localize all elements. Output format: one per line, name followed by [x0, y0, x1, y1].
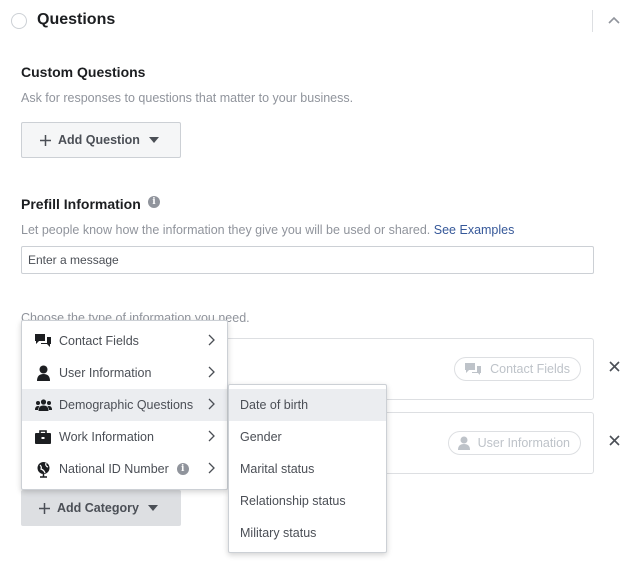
briefcase-icon [34, 428, 52, 446]
info-icon[interactable]: i [148, 196, 160, 208]
person-icon [457, 436, 470, 450]
globe-icon [34, 460, 52, 478]
add-question-button[interactable]: Add Question [21, 122, 181, 158]
add-category-label: Add Category [57, 501, 139, 515]
submenu-item-relationship-status[interactable]: Relationship status [229, 485, 386, 517]
menu-item-user-information[interactable]: User Information [22, 357, 227, 389]
chat-bubbles-icon [34, 332, 52, 350]
category-pill-label: User Information [477, 436, 570, 450]
header-divider [592, 10, 593, 32]
demographic-submenu: Date of birth Gender Marital status Rela… [228, 384, 387, 553]
chevron-right-icon [208, 430, 215, 442]
submenu-item-gender[interactable]: Gender [229, 421, 386, 453]
close-icon [608, 434, 620, 446]
chevron-right-icon [208, 366, 215, 378]
add-question-label: Add Question [58, 133, 140, 147]
menu-item-label: Work Information [59, 430, 154, 444]
custom-questions-description: Ask for responses to questions that matt… [21, 91, 354, 105]
caret-down-icon [147, 505, 158, 511]
prefill-description-text: Let people know how the information they… [21, 223, 431, 237]
category-pill: User Information [447, 431, 581, 455]
menu-item-label: National ID Number [59, 462, 169, 476]
prefill-message-input[interactable] [21, 246, 594, 274]
plus-icon [40, 134, 51, 146]
info-icon[interactable]: i [176, 463, 189, 475]
prefill-title: Prefill Information [21, 196, 141, 212]
person-icon [34, 364, 52, 382]
chevron-right-icon [208, 462, 215, 474]
menu-item-label: Contact Fields [59, 334, 139, 348]
menu-item-label: Demographic Questions [59, 398, 194, 412]
caret-down-icon [148, 137, 159, 143]
remove-category-button[interactable] [607, 433, 621, 447]
category-dropdown-menu: Contact Fields User Information Demograp… [21, 320, 228, 490]
collapse-button[interactable] [604, 10, 624, 30]
chevron-up-icon [608, 16, 620, 24]
submenu-item-military-status[interactable]: Military status [229, 517, 386, 549]
chevron-right-icon [208, 334, 215, 346]
add-category-button[interactable]: Add Category [21, 490, 181, 526]
submenu-item-date-of-birth[interactable]: Date of birth [229, 389, 386, 421]
prefill-description: Let people know how the information they… [21, 223, 514, 237]
chat-bubbles-icon [464, 362, 482, 376]
chevron-right-icon [208, 398, 215, 410]
menu-item-work-information[interactable]: Work Information [22, 421, 227, 453]
menu-item-national-id-number[interactable]: National ID Number i [22, 453, 227, 485]
close-icon [608, 360, 620, 372]
menu-item-demographic-questions[interactable]: Demographic Questions [22, 389, 227, 421]
section-title: Questions [37, 11, 116, 28]
group-icon [34, 396, 52, 414]
menu-item-contact-fields[interactable]: Contact Fields [22, 325, 227, 357]
submenu-item-marital-status[interactable]: Marital status [229, 453, 386, 485]
category-pill-label: Contact Fields [490, 362, 570, 376]
see-examples-link[interactable]: See Examples [434, 223, 515, 237]
menu-item-label: User Information [59, 366, 152, 380]
category-pill: Contact Fields [454, 357, 581, 381]
plus-icon [39, 502, 50, 514]
remove-category-button[interactable] [607, 359, 621, 373]
section-radio[interactable] [11, 13, 27, 29]
custom-questions-title: Custom Questions [21, 64, 146, 80]
prefill-title-text: Prefill Information [21, 196, 141, 212]
